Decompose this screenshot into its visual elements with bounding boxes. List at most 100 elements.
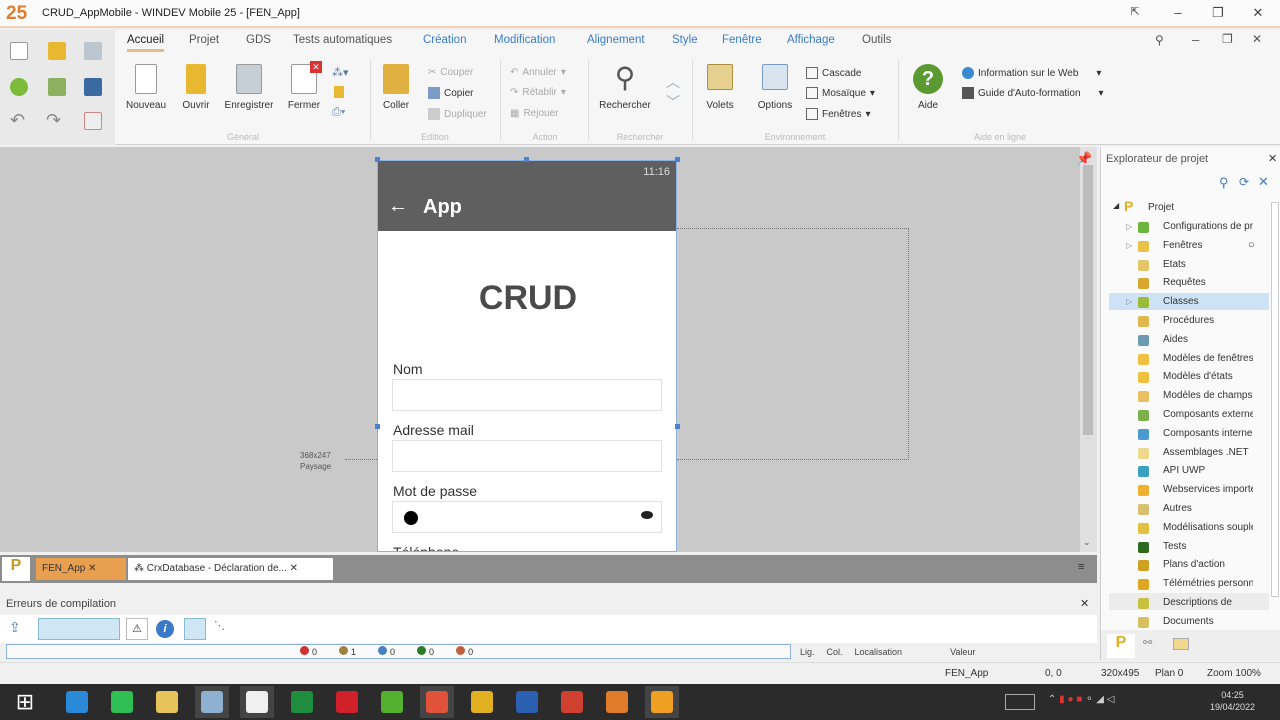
count-error[interactable]: 0 [300,646,317,657]
doc-minimize-button[interactable]: – [1192,32,1199,47]
tab-affichage[interactable]: Affichage [787,34,835,46]
project-tab[interactable]: P [1107,634,1135,658]
taskbar-excel-like[interactable] [285,686,319,718]
count-warning-box[interactable]: 1 [339,646,356,657]
search-icon[interactable]: ⚲ [1155,33,1164,47]
tree-item[interactable]: Modèles d'états [1163,371,1253,382]
tree-root-projet[interactable]: Projet [1148,202,1238,213]
tree-item[interactable]: Composants internes [1163,428,1253,439]
tab-accueil[interactable]: Accueil [127,34,165,52]
guide-button[interactable]: Guide d'Auto-formation ▾ [962,87,1104,99]
tree-item[interactable]: Composants externes [1163,409,1253,420]
col-lig[interactable]: Lig. [800,647,815,657]
export-icon[interactable]: ⇪ [9,619,21,636]
tree-item[interactable]: API UWP [1163,465,1253,476]
mosaique-button[interactable]: Mosaïque ▾ [806,87,875,99]
taskbar-chrome[interactable] [465,686,499,718]
tray-icons[interactable]: ⌃ ▮ ● ■ ⚬ ◢ ◁ [1048,694,1114,705]
filter-icon[interactable] [184,618,206,640]
explorer-scrollbar[interactable] [1271,202,1279,597]
taskbar-sublime[interactable] [645,686,679,718]
col-valeur[interactable]: Valeur [950,647,975,657]
count-info[interactable]: 0 [378,646,395,657]
phone-window[interactable]: 11:16 ← App CRUD Nom Adresse mail Mot de… [377,160,677,552]
project-button[interactable]: P [2,557,30,581]
eye-icon[interactable] [641,511,653,519]
tab-fen-app[interactable]: FEN_App ✕ [36,558,126,580]
pin-icon[interactable]: ⇱ [1125,5,1145,18]
print-icon[interactable]: ⎙▾ [332,106,345,119]
tree-item[interactable]: Fenêtres [1163,240,1253,251]
new-icon[interactable] [10,42,28,60]
tree-item[interactable]: Webservices importés [1163,484,1253,495]
tree-item[interactable]: Documents [1163,616,1253,627]
taskbar-notepad[interactable] [240,686,274,718]
warning-filter-icon[interactable]: ⚠ [126,618,148,640]
tree-item[interactable]: Aides [1163,334,1253,345]
tree-item[interactable]: Configurations de projet [1163,221,1253,232]
folder-small-icon[interactable] [334,86,344,98]
tools-icon[interactable]: ✕ [1258,174,1269,190]
tree-item[interactable]: Télémétries personnalisées [1163,578,1253,589]
explorer-search-icon[interactable]: ⚲ [1219,175,1229,191]
tree-item[interactable]: Procédures [1163,315,1253,326]
minimize-button[interactable]: – [1168,5,1188,20]
resize-handle[interactable] [675,424,680,429]
enregistrer-button[interactable]: Enregistrer [220,64,278,111]
scroll-down-icon[interactable]: ⌄ [1083,537,1091,548]
aide-button[interactable]: ? Aide [908,64,948,111]
rejouer-button[interactable]: ▦ Rejouer [510,108,558,119]
col-col[interactable]: Col. [827,647,843,657]
errors-close-icon[interactable]: ✕ [1080,597,1089,610]
resize-handle[interactable] [675,157,680,162]
copier-button[interactable]: Copier [428,87,473,99]
tree-item[interactable]: Modélisations souples [1163,522,1253,533]
tree-item[interactable]: Assemblages .NET [1163,447,1253,458]
redo-icon[interactable]: ↷ [46,110,61,131]
expand-arrow-icon[interactable]: ▷ [1126,241,1132,250]
count-green[interactable]: 0 [417,646,434,657]
tree-item[interactable]: Modèles de fenêtres [1163,353,1253,364]
taskbar-explorer[interactable] [150,686,184,718]
tree-item[interactable]: Etats [1163,259,1253,270]
coller-button[interactable]: Coller [378,64,414,111]
options-button[interactable]: Options [752,64,798,111]
taskbar-camtasia[interactable] [420,686,454,718]
doc-restore-button[interactable]: ❐ [1222,32,1233,46]
taskbar-word[interactable] [510,686,544,718]
chevron-up-icon[interactable]: ︿ [666,72,680,92]
taskbar-windev[interactable] [600,686,634,718]
taskbar-whatsapp[interactable] [105,686,139,718]
rechercher-button[interactable]: ⚲ Rechercher [594,64,656,112]
hierarchy-icon[interactable] [84,112,102,130]
tree-item[interactable]: Descriptions de [1163,597,1253,608]
pin-icon[interactable]: 📌 [1076,151,1092,167]
tab-crxdatabase[interactable]: ⁂ CrxDatabase - Déclaration de... ✕ [128,558,333,580]
clock[interactable]: 04:25 19/04/2022 [1210,689,1255,713]
couper-button[interactable]: ✂ Couper [428,67,473,78]
tree-item[interactable]: Tests [1163,541,1253,552]
count-alert[interactable]: 0 [456,646,473,657]
tree-item[interactable]: Plans d'action [1163,559,1253,570]
start-button[interactable]: ⊞ [8,686,42,718]
keyboard-icon[interactable] [1005,694,1035,710]
taskbar-app[interactable] [195,686,229,718]
device-icon[interactable] [48,78,66,96]
taskbar-opera[interactable] [330,686,364,718]
expand-arrow-icon[interactable]: ▷ [1126,222,1132,231]
nom-input[interactable] [392,379,662,411]
phone-icon[interactable] [84,78,102,96]
window-tab[interactable] [1173,638,1189,650]
open-icon[interactable] [48,42,66,60]
refresh-icon[interactable]: ⟳ [1239,175,1249,189]
tab-close-icon[interactable]: ✕ [290,563,298,574]
cascade-button[interactable]: Cascade [806,67,861,79]
scrollbar-thumb[interactable] [1083,165,1093,435]
volets-button[interactable]: Volets [700,64,740,111]
email-input[interactable] [392,440,662,472]
maximize-button[interactable]: ❐ [1208,5,1228,21]
fermer-button[interactable]: ✕ Fermer [283,61,325,111]
undo-icon[interactable]: ↶ [10,110,25,131]
resize-handle[interactable] [375,157,380,162]
tab-projet[interactable]: Projet [189,34,219,46]
